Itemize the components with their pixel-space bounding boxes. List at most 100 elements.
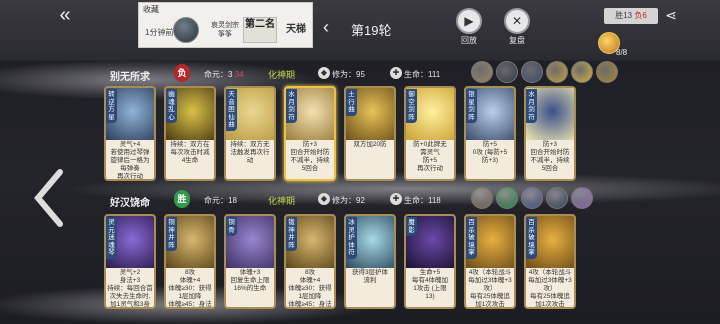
skill-card[interactable]: 百杀破境掌 4攻（本轮战斗 每加过3体魄+3 攻） 每有25体魄追 加1次攻击 — [464, 214, 516, 309]
card-line: 回合开始时防 — [290, 149, 330, 156]
card-row-top: 转逆方星 灵气+4 若使用过琴弹 旋律后一格为 每弹奏 再次行动 幽魂乱心 持续：双方在 每次攻… — [104, 86, 704, 186]
player-row-top: 别无所求 负 命元：3 34 化神期 ◆ 修为：95 ✚ 生命：111 — [100, 61, 720, 85]
card-line: 获得3层护体 — [351, 269, 389, 276]
card-line: 每加过3体魄+3 — [528, 277, 572, 284]
life-stat: 命元：18 — [204, 195, 237, 206]
card-line: 体魄≥30：获得 — [168, 285, 212, 292]
cultivation-stat: 修为：95 — [332, 69, 365, 80]
skill-card[interactable]: 水月剑符 防+3 回合开始时防 不减半，持续 5回合 — [524, 86, 576, 181]
card-line: 体魄+4 — [299, 277, 321, 284]
card-line: 1层加降 — [178, 293, 202, 300]
card-line: 动 — [246, 157, 254, 164]
skill-card[interactable]: 幽魂乱心 持续：双方在 每次攻击时减 4生命 — [164, 86, 216, 181]
replay-button[interactable]: ▶ — [456, 8, 482, 34]
card-line: 再次行动 — [117, 173, 143, 180]
health-icon: ✚ — [390, 67, 402, 79]
card-line: 需灵气 — [420, 149, 440, 156]
card-line: 旋律后一格为 — [110, 157, 150, 164]
play-icon: ▶ — [464, 14, 474, 28]
buff-icon[interactable] — [571, 61, 593, 83]
buff-icon[interactable] — [571, 187, 593, 209]
card-line: 防+3 — [543, 141, 557, 148]
buff-icon[interactable] — [521, 187, 543, 209]
result-badge: 负 — [174, 64, 190, 82]
previous-round-button[interactable]: ‹ — [323, 18, 337, 38]
double-chevron-left-icon: « — [59, 4, 71, 26]
buff-list — [468, 61, 618, 85]
card-line: 8攻 — [184, 269, 196, 276]
card-line: 16%的生命 — [233, 285, 267, 292]
card-line: 攻） — [483, 285, 497, 292]
card-line: 13) — [425, 293, 435, 300]
card-name: 百杀破境掌 — [526, 217, 537, 259]
card-line: 回合开始时防 — [530, 149, 570, 156]
game-screen: « 收藏 1分钟前 哀灵剑宗 筝筝 第二名 天梯 ‹ 第19轮 ▶ 回放 ✕ 复… — [0, 0, 720, 324]
cultivation-value: 92 — [356, 196, 365, 205]
hp-value: 111 — [428, 70, 441, 79]
skill-card[interactable]: 铜骨 体魄+3 回复生命上限 16%的生命 — [224, 214, 276, 309]
review-button[interactable]: ✕ — [504, 8, 530, 34]
card-line: 5回合 — [541, 165, 559, 172]
skill-card[interactable]: 锻神井阵 8攻体魄+4体魄≥30：获得1层加降体魄≥45：身法+3 — [284, 214, 336, 309]
card-line: 加1次攻击 — [535, 301, 565, 308]
skill-card[interactable]: 土行曲 双方加20防 — [344, 86, 396, 181]
buff-icon[interactable] — [496, 187, 518, 209]
card-name: 幽魂乱心 — [166, 89, 177, 123]
card-description: 持续：双方无 法触发再次行动 — [227, 141, 273, 165]
card-name: 御空剑阵 — [406, 89, 417, 123]
card-line: 不减半，持续 — [530, 157, 570, 164]
buff-icon[interactable] — [546, 187, 568, 209]
round-label: 第19轮 — [351, 23, 392, 38]
hp-stat: 生命：118 — [404, 195, 441, 206]
score-box: 胜13 负6 — [604, 8, 658, 24]
card-description: 双方加20防 — [347, 141, 393, 149]
player-name: 别无所求 — [110, 72, 150, 83]
skill-card[interactable]: 百杀破境掌 4攻（本轮战斗 每加过3体魄+3 攻） 每有25体魄追 加1次攻击 — [524, 214, 576, 309]
skill-card[interactable]: 灵元迷魂琴灵气+2身法+3持续：每回合首次失去生命时,加1灵气和3身法 — [104, 214, 156, 309]
hp-label: 生命： — [404, 196, 428, 205]
buff-icon[interactable] — [546, 61, 568, 83]
card-line: 5回合 — [301, 165, 319, 172]
result-badge: 胜 — [174, 190, 190, 208]
close-icon: ✕ — [511, 14, 523, 28]
card-description: 防+0此牌无 需灵气 防+5 再次行动 — [407, 141, 453, 173]
realm-label: 化神期 — [268, 196, 296, 206]
skill-card[interactable]: 铜神井阵 8攻体魄+4体魄≥30：获得1层加降体魄≥45：身法+3 — [164, 214, 216, 309]
card-line: 加1次攻击 — [475, 301, 505, 308]
skill-card[interactable]: 御空剑阵防+0此牌无 需灵气 防+5 再次行动 — [404, 86, 456, 181]
life-value: 18 — [228, 196, 237, 205]
card-line: 体魄+3 — [239, 269, 261, 276]
card-description: 防+3 回合开始时防 不减半，持续 5回合 — [527, 141, 573, 173]
card-line: 每加过3体魄+3 — [468, 277, 512, 284]
card-name: 冰灵护体符 — [346, 217, 357, 259]
skill-card[interactable]: 魔影 生命+5 每有4体魄加 1攻击 (上限 13) — [404, 214, 456, 309]
card-description: 体魄+3 回复生命上限 16%的生命 — [227, 269, 273, 293]
card-name: 天音困仙曲 — [226, 89, 237, 131]
buff-icon[interactable] — [521, 61, 543, 83]
card-line: 防+0此牌无 — [413, 141, 447, 148]
buff-list — [468, 187, 593, 211]
card-row-bottom: 灵元迷魂琴灵气+2身法+3持续：每回合首次失去生命时,加1灵气和3身法铜神井阵8… — [104, 214, 704, 314]
card-line: 4攻（本轮战斗 — [528, 269, 572, 276]
skill-card[interactable]: 水月剑符 防+3 回合开始时防 不减半，持续 5回合 — [284, 86, 336, 181]
card-line: 灵气+4 — [119, 141, 141, 148]
card-name: 水月剑符 — [286, 89, 297, 123]
card-line: 流利 — [363, 277, 377, 284]
skill-card[interactable]: 天音困仙曲持续：双方无 法触发再次行动 — [224, 86, 276, 181]
share-icon[interactable]: ⋖ — [662, 6, 680, 24]
card-name: 转逆方星 — [106, 89, 117, 123]
card-line: 生命+5 — [419, 269, 441, 276]
record-panel[interactable]: 收藏 1分钟前 哀灵剑宗 筝筝 第二名 天梯 — [138, 2, 313, 48]
back-button[interactable]: « — [50, 4, 80, 26]
chevron-left-icon[interactable] — [30, 168, 70, 228]
card-line: 防+5 — [423, 157, 437, 164]
skill-card[interactable]: 银星剑阵 防+5 0攻 (每防+5 防+3) — [464, 86, 516, 181]
buff-icon[interactable] — [596, 61, 618, 83]
skill-card[interactable]: 冰灵护体符获得3层护体 流利 — [344, 214, 396, 309]
card-name: 百杀破境掌 — [466, 217, 477, 259]
buff-icon[interactable] — [471, 61, 493, 83]
buff-icon[interactable] — [471, 187, 493, 209]
buff-icon[interactable] — [496, 61, 518, 83]
score-lose: 负6 — [634, 11, 647, 20]
skill-card[interactable]: 转逆方星 灵气+4 若使用过琴弹 旋律后一格为 每弹奏 再次行动 — [104, 86, 156, 181]
